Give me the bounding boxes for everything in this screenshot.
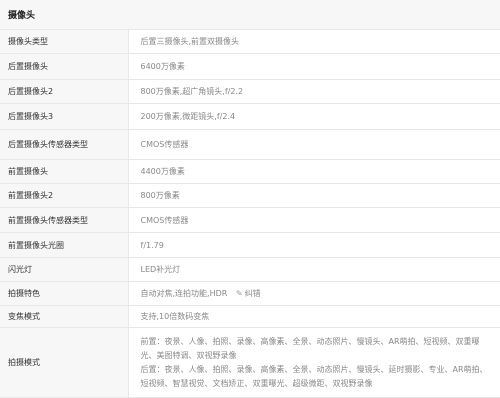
spec-label: 后置摄像头 xyxy=(0,54,128,80)
spec-value-front-modes: 前置：夜景、人像、拍照、录像、高像素、全景、动态照片、慢镜头、AR萌拍、短视频、… xyxy=(141,335,500,363)
spec-value: 800万像素 xyxy=(128,184,500,208)
spec-label: 摄像头类型 xyxy=(0,30,128,54)
spec-label: 前置摄像头光圈 xyxy=(0,233,128,258)
spec-value-cell: 自动对焦,连拍功能,HDR ✎纠错 xyxy=(128,282,500,306)
report-error-link[interactable]: ✎纠错 xyxy=(236,289,261,298)
section-title: 摄像头 xyxy=(0,0,128,30)
spec-row-shooting-features: 拍摄特色 自动对焦,连拍功能,HDR ✎纠错 xyxy=(0,282,500,306)
spec-value: f/1.79 xyxy=(128,233,500,258)
spec-row-rear-camera-2: 后置摄像头2 800万像素,超广角镜头,f/2.2 xyxy=(0,80,500,104)
spec-label: 拍摄特色 xyxy=(0,282,128,306)
camera-spec-table: 摄像头 摄像头类型 后置三摄像头,前置双摄像头 后置摄像头 6400万像素 后置… xyxy=(0,0,500,398)
spec-value: 支持,10倍数码变焦 xyxy=(128,306,500,328)
spec-row-flash: 闪光灯 LED补光灯 xyxy=(0,258,500,282)
spec-label: 前置摄像头传感器类型 xyxy=(0,208,128,233)
spec-value-rear-modes: 后置：夜景、人像、拍照、录像、高像素、全景、动态照片、慢镜头、延时摄影、专业、A… xyxy=(141,363,500,391)
spec-label: 后置摄像头3 xyxy=(0,104,128,130)
spec-row-front-sensor-type: 前置摄像头传感器类型 CMOS传感器 xyxy=(0,208,500,233)
spec-row-zoom-mode: 变焦模式 支持,10倍数码变焦 xyxy=(0,306,500,328)
spec-row-rear-camera-3: 后置摄像头3 200万像素,微距镜头,f/2.4 xyxy=(0,104,500,130)
spec-value: 800万像素,超广角镜头,f/2.2 xyxy=(128,80,500,104)
spec-value: 6400万像素 xyxy=(128,54,500,80)
spec-value: 自动对焦,连拍功能,HDR xyxy=(141,289,228,298)
spec-value: CMOS传感器 xyxy=(128,130,500,160)
spec-row-front-aperture: 前置摄像头光圈 f/1.79 xyxy=(0,233,500,258)
spec-value-cell: 前置：夜景、人像、拍照、录像、高像素、全景、动态照片、慢镜头、AR萌拍、短视频、… xyxy=(128,328,500,398)
spec-label: 后置摄像头2 xyxy=(0,80,128,104)
spec-label: 变焦模式 xyxy=(0,306,128,328)
spec-row-front-camera: 前置摄像头 4400万像素 xyxy=(0,160,500,184)
spec-row-rear-sensor-type: 后置摄像头传感器类型 CMOS传感器 xyxy=(0,130,500,160)
spec-value: LED补光灯 xyxy=(128,258,500,282)
spec-label: 后置摄像头传感器类型 xyxy=(0,130,128,160)
spec-label: 闪光灯 xyxy=(0,258,128,282)
spec-row-rear-camera: 后置摄像头 6400万像素 xyxy=(0,54,500,80)
spec-row-front-camera-2: 前置摄像头2 800万像素 xyxy=(0,184,500,208)
section-header-filler xyxy=(128,0,500,30)
spec-value: 后置三摄像头,前置双摄像头 xyxy=(128,30,500,54)
pencil-icon: ✎ xyxy=(236,289,243,298)
spec-value: 200万像素,微距镜头,f/2.4 xyxy=(128,104,500,130)
spec-value: CMOS传感器 xyxy=(128,208,500,233)
report-error-label: 纠错 xyxy=(245,289,261,298)
spec-row-camera-type: 摄像头类型 后置三摄像头,前置双摄像头 xyxy=(0,30,500,54)
spec-label: 拍摄模式 xyxy=(0,328,128,398)
spec-value: 4400万像素 xyxy=(128,160,500,184)
spec-label: 前置摄像头2 xyxy=(0,184,128,208)
section-header-row: 摄像头 xyxy=(0,0,500,30)
spec-row-shooting-modes: 拍摄模式 前置：夜景、人像、拍照、录像、高像素、全景、动态照片、慢镜头、AR萌拍… xyxy=(0,328,500,398)
spec-label: 前置摄像头 xyxy=(0,160,128,184)
